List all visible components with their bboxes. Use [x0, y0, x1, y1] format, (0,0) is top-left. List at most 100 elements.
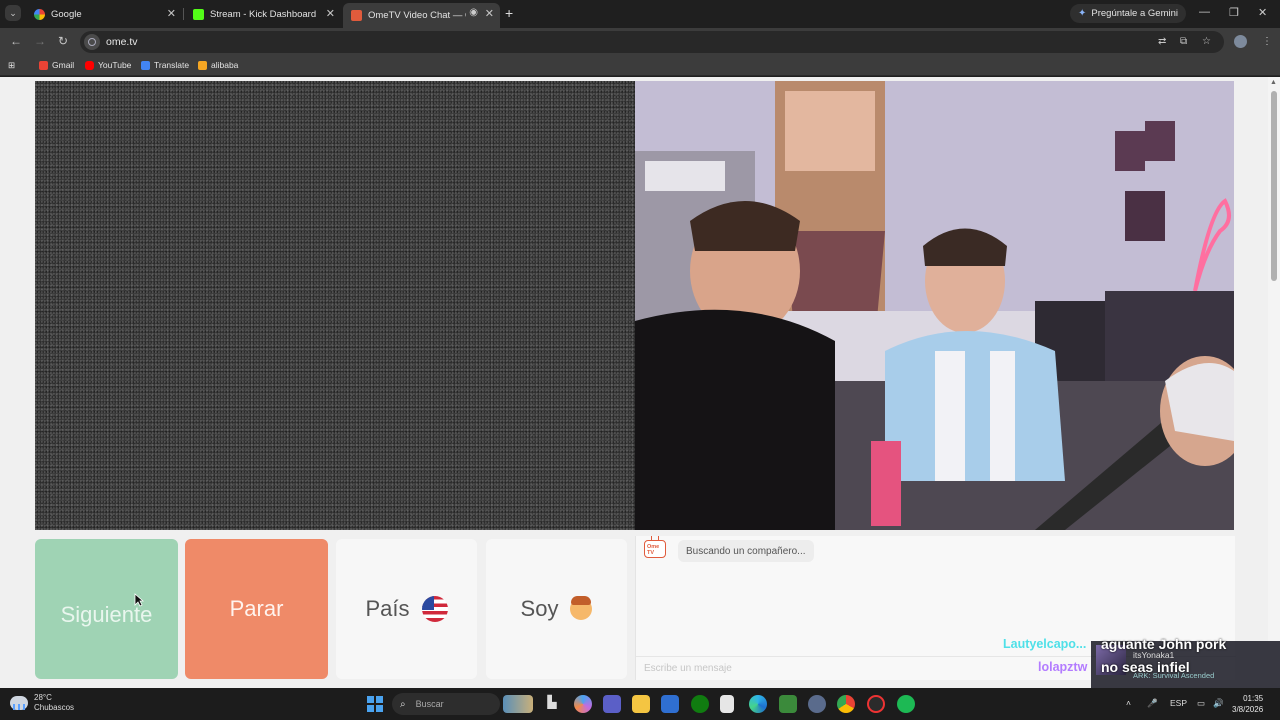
ometv-logo-icon: Ome TV — [644, 536, 666, 558]
close-tab-icon[interactable]: ✕ — [167, 7, 176, 20]
widgets-news-icon[interactable] — [503, 695, 533, 713]
rain-cloud-icon — [10, 696, 28, 710]
partner-video-scene — [635, 81, 1234, 530]
gemini-sparkle-icon: ✦ — [1078, 8, 1087, 19]
stop-button-label: Parar — [229, 596, 284, 621]
volume-icon[interactable]: 🔊 — [1213, 698, 1224, 709]
reload-icon[interactable]: ↻ — [58, 34, 68, 48]
clock-time: 01:35 — [1243, 694, 1264, 703]
weather-description: Chubascos — [34, 703, 75, 712]
recording-indicator-icon: ◉ — [469, 7, 478, 18]
bookmark-gmail[interactable]: Gmail — [39, 60, 74, 70]
page-viewport: Siguiente Parar País Soy Ome TV Buscando… — [0, 77, 1280, 688]
chat-status-message: Buscando un compañero... — [678, 540, 814, 562]
microphone-icon[interactable]: 🎤 — [1147, 698, 1158, 709]
own-camera-video-static — [35, 81, 635, 530]
system-clock[interactable]: 01:35 3/8/2026 — [1232, 693, 1263, 715]
gender-select-button[interactable]: Soy — [486, 539, 627, 679]
windows-start-icon[interactable] — [367, 696, 383, 712]
bookmarks-bar: ⊞ Gmail YouTube Translate alibaba — [0, 56, 1280, 76]
obs-icon[interactable] — [867, 695, 885, 713]
notepad-icon[interactable] — [720, 695, 734, 713]
tray-expand-icon[interactable]: ˄ — [1126, 698, 1131, 708]
search-icon: ⌕ — [400, 698, 406, 710]
gender-button-label: Soy — [520, 596, 559, 621]
apps-grid-icon[interactable]: ⊞ — [8, 60, 15, 71]
status-text: Buscando un compañero... — [686, 545, 806, 557]
tab-title: Stream - Kick Dashboard — [210, 8, 317, 20]
gemini-button[interactable]: ✦ Pregúntale a Gemini — [1070, 4, 1186, 23]
chat-message: no seas infiel — [1101, 659, 1190, 675]
spotify-icon[interactable] — [897, 695, 915, 713]
next-button[interactable]: Siguiente — [35, 539, 178, 679]
tab-title: Google — [51, 8, 82, 20]
windows-taskbar: 28°C Chubascos ⌕ Buscar ▙ ˄ 🎤 ESP ▭ 🔊 01… — [0, 688, 1280, 720]
bookmark-alibaba[interactable]: alibaba — [198, 60, 238, 70]
scrollbar-thumb[interactable] — [1271, 91, 1277, 281]
scroll-up-icon[interactable]: ▲ — [1270, 79, 1277, 86]
bookmark-translate[interactable]: Translate — [141, 60, 189, 70]
page-scrollbar[interactable]: ▲ — [1268, 77, 1280, 688]
chat-username: Lautyelcapo... — [1003, 637, 1087, 651]
close-window-icon[interactable]: ✕ — [1258, 6, 1267, 19]
xbox-icon[interactable] — [691, 695, 709, 713]
copilot-icon[interactable] — [574, 695, 592, 713]
edge-icon[interactable] — [749, 695, 767, 713]
install-app-icon[interactable]: ⧉ — [1180, 36, 1187, 47]
language-indicator[interactable]: ESP — [1170, 698, 1187, 708]
close-tab-icon[interactable]: ✕ — [485, 7, 494, 20]
tab-search-button[interactable]: ⌄ — [5, 5, 21, 21]
back-arrow-icon[interactable]: ← — [10, 34, 22, 48]
network-icon[interactable]: ▭ — [1197, 698, 1205, 709]
stop-button[interactable]: Parar — [185, 539, 328, 679]
chat-input-placeholder: Escribe un mensaje — [644, 663, 732, 674]
country-filter-button[interactable]: País — [336, 539, 477, 679]
translate-bookmark-icon — [141, 60, 150, 70]
chat-message: aguante John pork — [1101, 636, 1227, 652]
translate-icon[interactable]: ⇄ — [1158, 36, 1166, 47]
weather-widget[interactable]: 28°C Chubascos — [10, 693, 74, 713]
chrome-icon[interactable] — [837, 695, 855, 713]
country-button-label: País — [365, 596, 410, 621]
menu-dots-icon[interactable]: ⋮ — [1262, 36, 1272, 47]
partner-video-feed — [635, 81, 1234, 530]
tab-google[interactable]: Google ✕ — [26, 3, 182, 25]
us-flag-icon — [421, 596, 448, 622]
tab-divider — [183, 8, 184, 20]
google-favicon-icon — [34, 8, 45, 20]
new-tab-button[interactable]: + — [505, 5, 513, 21]
restore-icon[interactable]: ❐ — [1229, 6, 1239, 19]
ometv-favicon-icon — [351, 10, 362, 21]
profile-avatar[interactable] — [1234, 35, 1247, 48]
logo-text: Ome TV — [647, 544, 660, 556]
tab-ometv[interactable]: OmeTV Video Chat — Ome ◉ ✕ — [343, 3, 500, 28]
minecraft-icon[interactable] — [779, 695, 797, 713]
search-placeholder: Buscar — [415, 699, 444, 709]
close-tab-icon[interactable]: ✕ — [326, 7, 335, 20]
url-text[interactable]: ome.tv — [106, 36, 138, 48]
teams-icon[interactable] — [603, 695, 621, 713]
bookmark-label: YouTube — [98, 60, 132, 70]
bookmark-youtube[interactable]: YouTube — [85, 60, 131, 70]
browser-toolbar: ← → ↻ ome.tv ⇄ ⧉ ☆ ⋮ — [0, 28, 1280, 56]
task-view-icon[interactable]: ▙ — [543, 695, 561, 713]
settings-gear-icon[interactable] — [808, 695, 826, 713]
forward-arrow-icon[interactable]: → — [34, 34, 46, 48]
file-explorer-icon[interactable] — [632, 695, 650, 713]
browser-tab-strip: ⌄ Google ✕ Stream - Kick Dashboard ✕ Ome… — [0, 0, 1280, 28]
minimize-icon[interactable]: — — [1199, 6, 1210, 18]
bookmark-label: alibaba — [211, 60, 239, 70]
stream-chat-overlay: itsYonaka1 ARK: Survival Ascended Lautye… — [995, 635, 1280, 690]
mouse-cursor-icon — [134, 593, 144, 607]
alibaba-icon — [198, 60, 207, 70]
ms-store-icon[interactable] — [661, 695, 679, 713]
bookmark-star-icon[interactable]: ☆ — [1202, 36, 1211, 47]
site-info-icon[interactable] — [84, 34, 100, 50]
address-bar[interactable]: ome.tv — [80, 31, 1224, 53]
kick-favicon-icon — [193, 8, 204, 20]
weather-temperature: 28°C — [34, 693, 52, 702]
tab-kick-dashboard[interactable]: Stream - Kick Dashboard ✕ — [185, 3, 341, 25]
bookmark-label: Translate — [154, 60, 190, 70]
taskbar-search[interactable]: ⌕ Buscar — [392, 693, 500, 715]
chat-username: lolapztw — [1038, 660, 1088, 674]
